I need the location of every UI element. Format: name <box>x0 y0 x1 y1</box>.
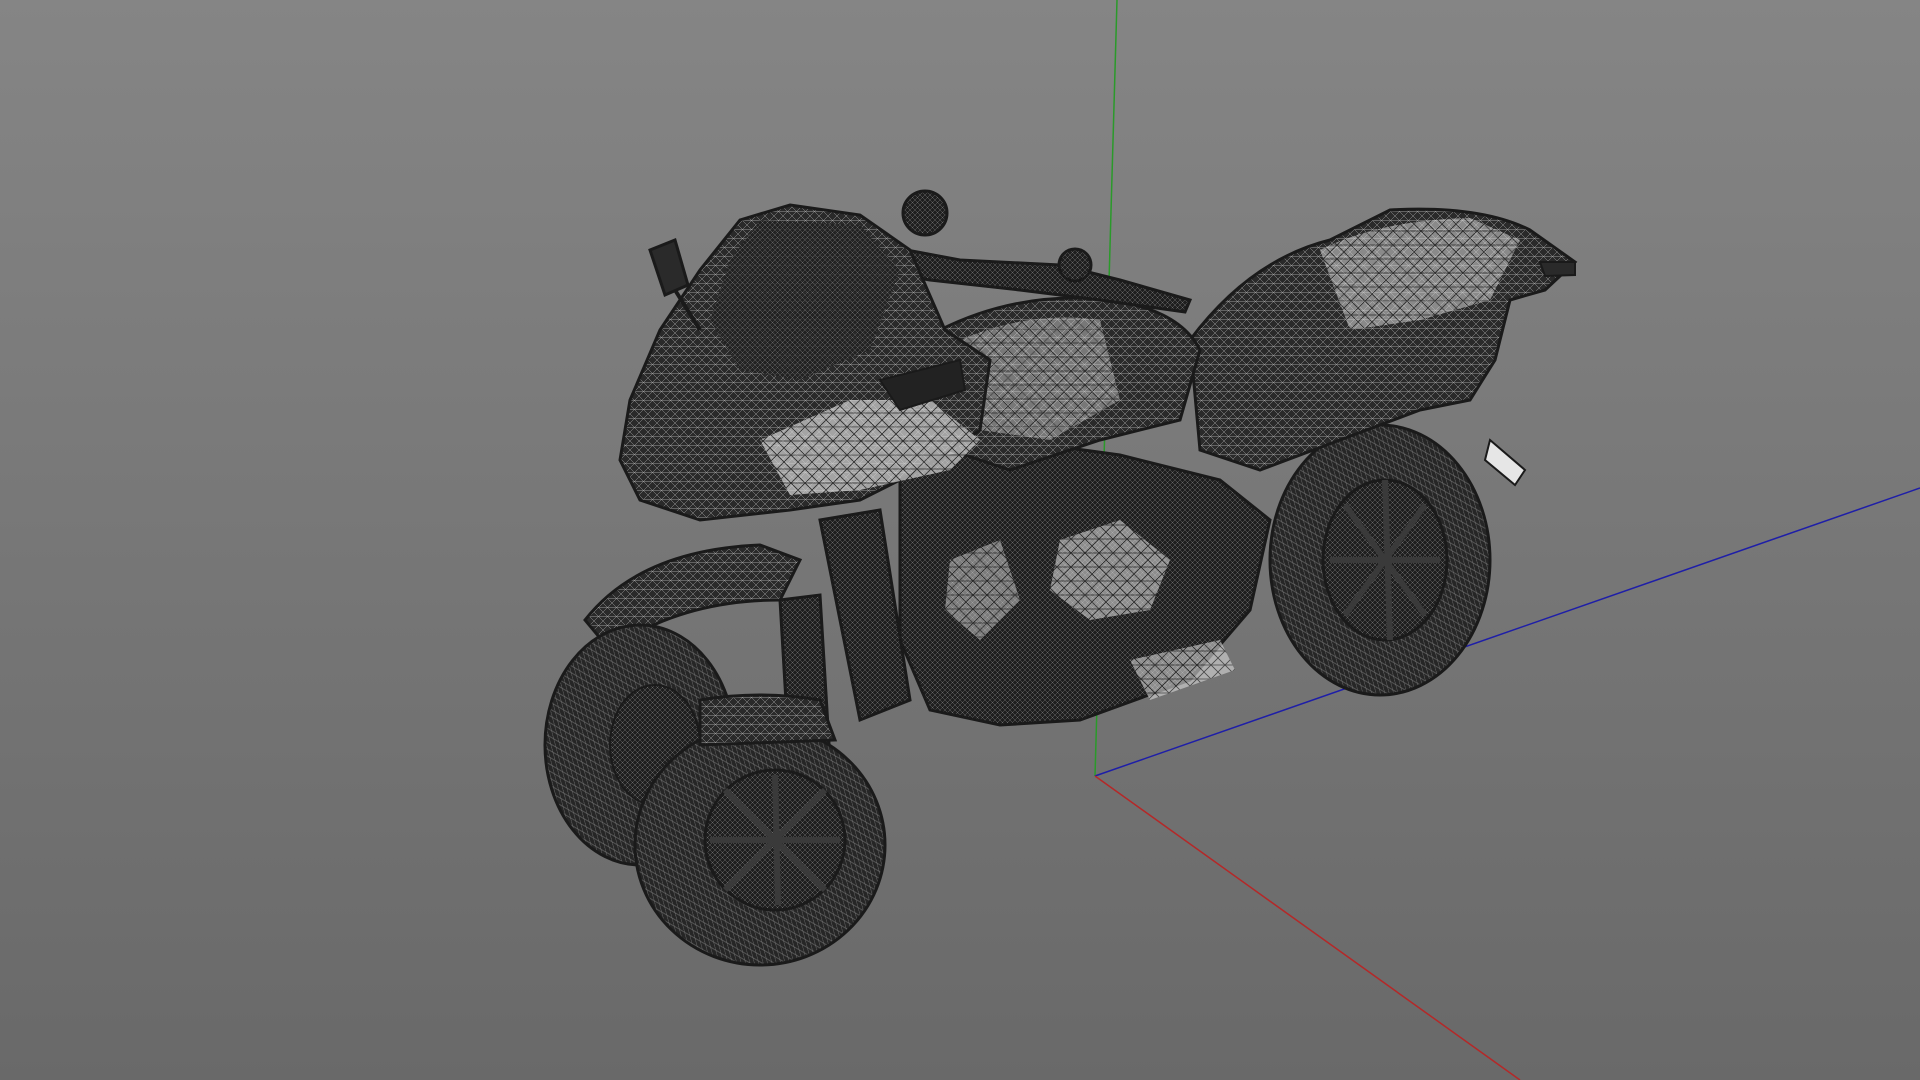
viewport-canvas[interactable] <box>0 0 1920 1080</box>
3d-viewport[interactable] <box>0 0 1920 1080</box>
